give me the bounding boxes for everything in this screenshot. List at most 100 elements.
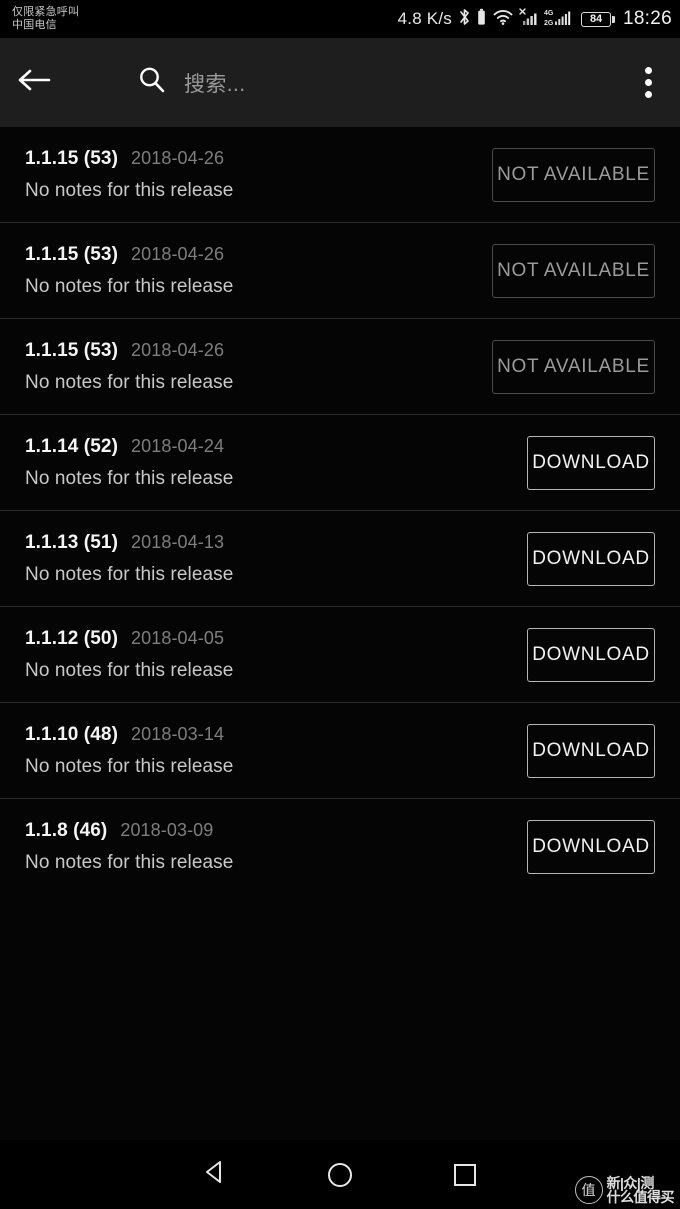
release-row[interactable]: 1.1.15 (53) 2018-04-26 No notes for this r… (0, 319, 680, 415)
release-date-label: 2018-03-14 (131, 723, 225, 744)
release-action-cell: DOWNLOAD (527, 820, 655, 874)
download-button[interactable]: DOWNLOAD (527, 435, 655, 490)
more-vertical-icon-dot-3 (644, 91, 652, 98)
release-row-header: 1.1.12 (50) 2018-04-05 (25, 628, 527, 650)
back-button[interactable] (0, 38, 68, 127)
release-version-label: 1.1.10 (48) (25, 723, 118, 745)
release-action-cell: NOT AVAILABLE (492, 147, 655, 202)
release-action-cell: DOWNLOAD (527, 723, 655, 778)
release-version-label: 1.1.8 (46) (25, 820, 108, 841)
overflow-menu-button[interactable] (616, 38, 680, 127)
release-row-texts: 1.1.15 (53) 2018-04-26 No notes for this r… (25, 148, 492, 202)
release-version-label: 1.1.15 (53) (25, 243, 118, 265)
triangle-back-icon (200, 1157, 230, 1192)
vibrate-icon (476, 7, 487, 32)
download-button[interactable]: DOWNLOAD (527, 531, 655, 586)
battery-cap (611, 15, 615, 23)
not-available-button: NOT AVAILABLE (492, 243, 655, 298)
release-row-header: 1.1.15 (53) 2018-04-26 (25, 340, 492, 362)
download-button[interactable]: DOWNLOAD (527, 627, 655, 682)
release-date-label: 2018-03-09 (120, 820, 214, 840)
release-row-header: 1.1.13 (51) 2018-04-13 (25, 532, 527, 554)
release-version-label: 1.1.13 (51) (25, 531, 118, 553)
release-date-label: 2018-04-24 (131, 435, 225, 456)
release-action-cell: NOT AVAILABLE (492, 339, 655, 394)
signal-2g-label: 2G (544, 20, 554, 27)
release-action-cell: DOWNLOAD (527, 627, 655, 682)
release-date-label: 2018-04-13 (131, 531, 225, 552)
more-vertical-icon-dot-2 (644, 79, 652, 86)
release-notes-label: No notes for this release (25, 371, 234, 393)
emergency-calls-only-label: 仅限紧急呼叫 (12, 6, 80, 19)
release-version-label: 1.1.15 (53) (25, 147, 118, 169)
dual-sim-signal-icon: 4G 2G (544, 6, 576, 33)
signal-no-service-icon (519, 7, 539, 32)
battery-icon: 84 (580, 11, 615, 27)
watermark-line2: 什么值得买 (606, 1189, 675, 1206)
square-recents-icon (454, 1163, 476, 1186)
release-version-label: 1.1.14 (52) (25, 435, 118, 457)
not-available-button: NOT AVAILABLE (492, 147, 655, 202)
release-row-header: 1.1.10 (48) 2018-03-14 (25, 724, 527, 746)
release-action-cell: DOWNLOAD (527, 435, 655, 490)
carrier-info: 仅限紧急呼叫 中国电信 (12, 6, 79, 31)
app-toolbar: 搜索... (0, 38, 680, 127)
release-action-cell: DOWNLOAD (527, 531, 655, 586)
nav-recents-button[interactable] (403, 1140, 528, 1209)
release-row-texts: 1.1.13 (51) 2018-04-13 No notes for this r… (25, 532, 527, 586)
release-row-header: 1.1.15 (53) 2018-04-26 (25, 148, 492, 170)
status-bar-icons: 4.8 K/s 4G 2G 84 18:26 (398, 6, 672, 33)
release-row-texts: 1.1.10 (48) 2018-03-14 No notes for this r… (25, 724, 527, 778)
release-notes-label: No notes for this release (25, 659, 234, 681)
search-button[interactable] (124, 38, 180, 127)
search-icon (136, 64, 168, 101)
download-button[interactable]: DOWNLOAD (527, 723, 655, 778)
release-row[interactable]: 1.1.10 (48) 2018-03-14 No notes for this r… (0, 703, 680, 799)
release-row-texts: 1.1.15 (53) 2018-04-26 No notes for this r… (25, 340, 492, 394)
search-input[interactable]: 搜索... (180, 38, 616, 127)
release-date-label: 2018-04-26 (131, 243, 225, 264)
release-date-label: 2018-04-05 (131, 627, 225, 648)
status-bar-clock: 18:26 (622, 8, 672, 29)
release-row-header: 1.1.15 (53) 2018-04-26 (25, 244, 492, 266)
watermark-text: 新|众|测 什么值得买 (606, 1174, 675, 1206)
release-version-label: 1.1.15 (53) (25, 339, 118, 361)
release-row-texts: 1.1.8 (46) 2018-03-09 No notes for this re… (25, 820, 527, 874)
nav-back-button[interactable] (153, 1140, 278, 1209)
release-notes-label: No notes for this release (25, 852, 234, 873)
release-row-header: 1.1.14 (52) 2018-04-24 (25, 436, 527, 458)
release-row-texts: 1.1.15 (53) 2018-04-26 No notes for this r… (25, 244, 492, 298)
search-placeholder-label: 搜索... (184, 72, 246, 96)
release-row[interactable]: 1.1.15 (53) 2018-04-26 No notes for this r… (0, 127, 680, 223)
watermark-line1: 新|众|测 (606, 1174, 655, 1191)
release-date-label: 2018-04-26 (131, 147, 225, 168)
release-notes-label: No notes for this release (25, 467, 234, 489)
status-bar: 仅限紧急呼叫 中国电信 4.8 K/s 4G 2G 84 18:26 (0, 0, 680, 38)
release-row[interactable]: 1.1.13 (51) 2018-04-13 No notes for this r… (0, 511, 680, 607)
watermark-logo-icon: 值 (574, 1176, 603, 1205)
release-row-texts: 1.1.14 (52) 2018-04-24 No notes for this r… (25, 436, 527, 490)
battery-body: 84 (580, 11, 611, 27)
download-button[interactable]: DOWNLOAD (527, 820, 655, 874)
wifi-icon (492, 7, 514, 32)
bluetooth-icon (458, 7, 471, 32)
arrow-left-icon (16, 66, 52, 99)
more-vertical-icon-dot-1 (644, 67, 652, 74)
release-row[interactable]: 1.1.14 (52) 2018-04-24 No notes for this r… (0, 415, 680, 511)
nav-home-button[interactable] (278, 1140, 403, 1209)
release-list: 1.1.15 (53) 2018-04-26 No notes for this r… (0, 127, 680, 895)
release-notes-label: No notes for this release (25, 563, 234, 585)
release-row[interactable]: 1.1.15 (53) 2018-04-26 No notes for this r… (0, 223, 680, 319)
release-row[interactable]: 1.1.8 (46) 2018-03-09 No notes for this re… (0, 799, 680, 895)
release-action-cell: NOT AVAILABLE (492, 243, 655, 298)
release-notes-label: No notes for this release (25, 275, 234, 297)
network-speed-label: 4.8 K/s (397, 9, 452, 28)
battery-level-label: 84 (590, 12, 602, 25)
phone-screen: 仅限紧急呼叫 中国电信 4.8 K/s 4G 2G 84 18:26 搜索...… (0, 0, 680, 1209)
watermark: 值 新|众|测 什么值得买 (574, 1174, 675, 1206)
release-row-header: 1.1.8 (46) 2018-03-09 (25, 820, 527, 842)
release-date-label: 2018-04-26 (131, 339, 225, 360)
release-notes-label: No notes for this release (25, 755, 234, 777)
release-version-label: 1.1.12 (50) (25, 627, 118, 649)
release-row[interactable]: 1.1.12 (50) 2018-04-05 No notes for this r… (0, 607, 680, 703)
